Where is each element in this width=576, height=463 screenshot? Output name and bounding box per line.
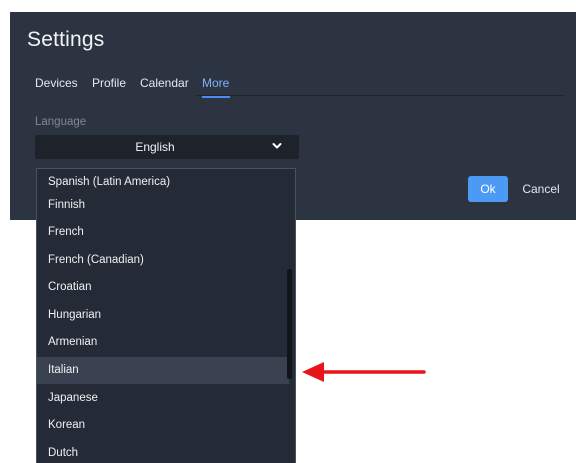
active-tab-indicator: [202, 96, 230, 98]
language-option[interactable]: Dutch: [37, 440, 289, 463]
language-option[interactable]: Armenian: [37, 329, 289, 356]
tab-divider: [196, 95, 563, 96]
language-option-label: Finnish: [48, 199, 86, 211]
dialog-title: Settings: [27, 28, 105, 51]
red-arrow-icon: [302, 362, 426, 382]
language-select[interactable]: English: [35, 135, 299, 159]
language-option-label: Spanish (Latin America): [48, 176, 171, 188]
language-option[interactable]: French (Canadian): [37, 247, 289, 274]
language-option-label: Croatian: [48, 281, 92, 293]
language-dropdown-list[interactable]: Spanish (Latin America) Finnish French F…: [36, 168, 296, 463]
language-option-label: Dutch: [48, 447, 79, 459]
language-option-highlighted[interactable]: Italian: [37, 357, 289, 384]
language-select-value: English: [135, 140, 175, 154]
language-option-label: Korean: [48, 419, 86, 431]
cancel-button[interactable]: Cancel: [518, 176, 564, 202]
language-label: Language: [35, 116, 87, 128]
language-option[interactable]: Croatian: [37, 274, 289, 301]
language-option[interactable]: Hungarian: [37, 302, 289, 329]
tab-devices[interactable]: Devices: [35, 76, 78, 90]
tab-calendar[interactable]: Calendar: [140, 76, 189, 90]
language-option-label: Japanese: [48, 392, 98, 404]
tab-more[interactable]: More: [202, 76, 229, 90]
chevron-down-icon: [272, 143, 282, 149]
language-option[interactable]: Finnish: [37, 192, 289, 219]
ok-button[interactable]: Ok: [468, 176, 508, 202]
language-option-label: French (Canadian): [48, 254, 144, 266]
language-option-label: Italian: [48, 364, 79, 376]
language-option[interactable]: Japanese: [37, 385, 289, 412]
language-option[interactable]: Korean: [37, 412, 289, 439]
language-option[interactable]: French: [37, 219, 289, 246]
language-option-label: French: [48, 226, 84, 238]
dropdown-scrollbar[interactable]: [287, 269, 292, 379]
language-option-label: Hungarian: [48, 309, 102, 321]
tab-profile[interactable]: Profile: [92, 76, 126, 90]
language-option-label: Armenian: [48, 336, 98, 348]
